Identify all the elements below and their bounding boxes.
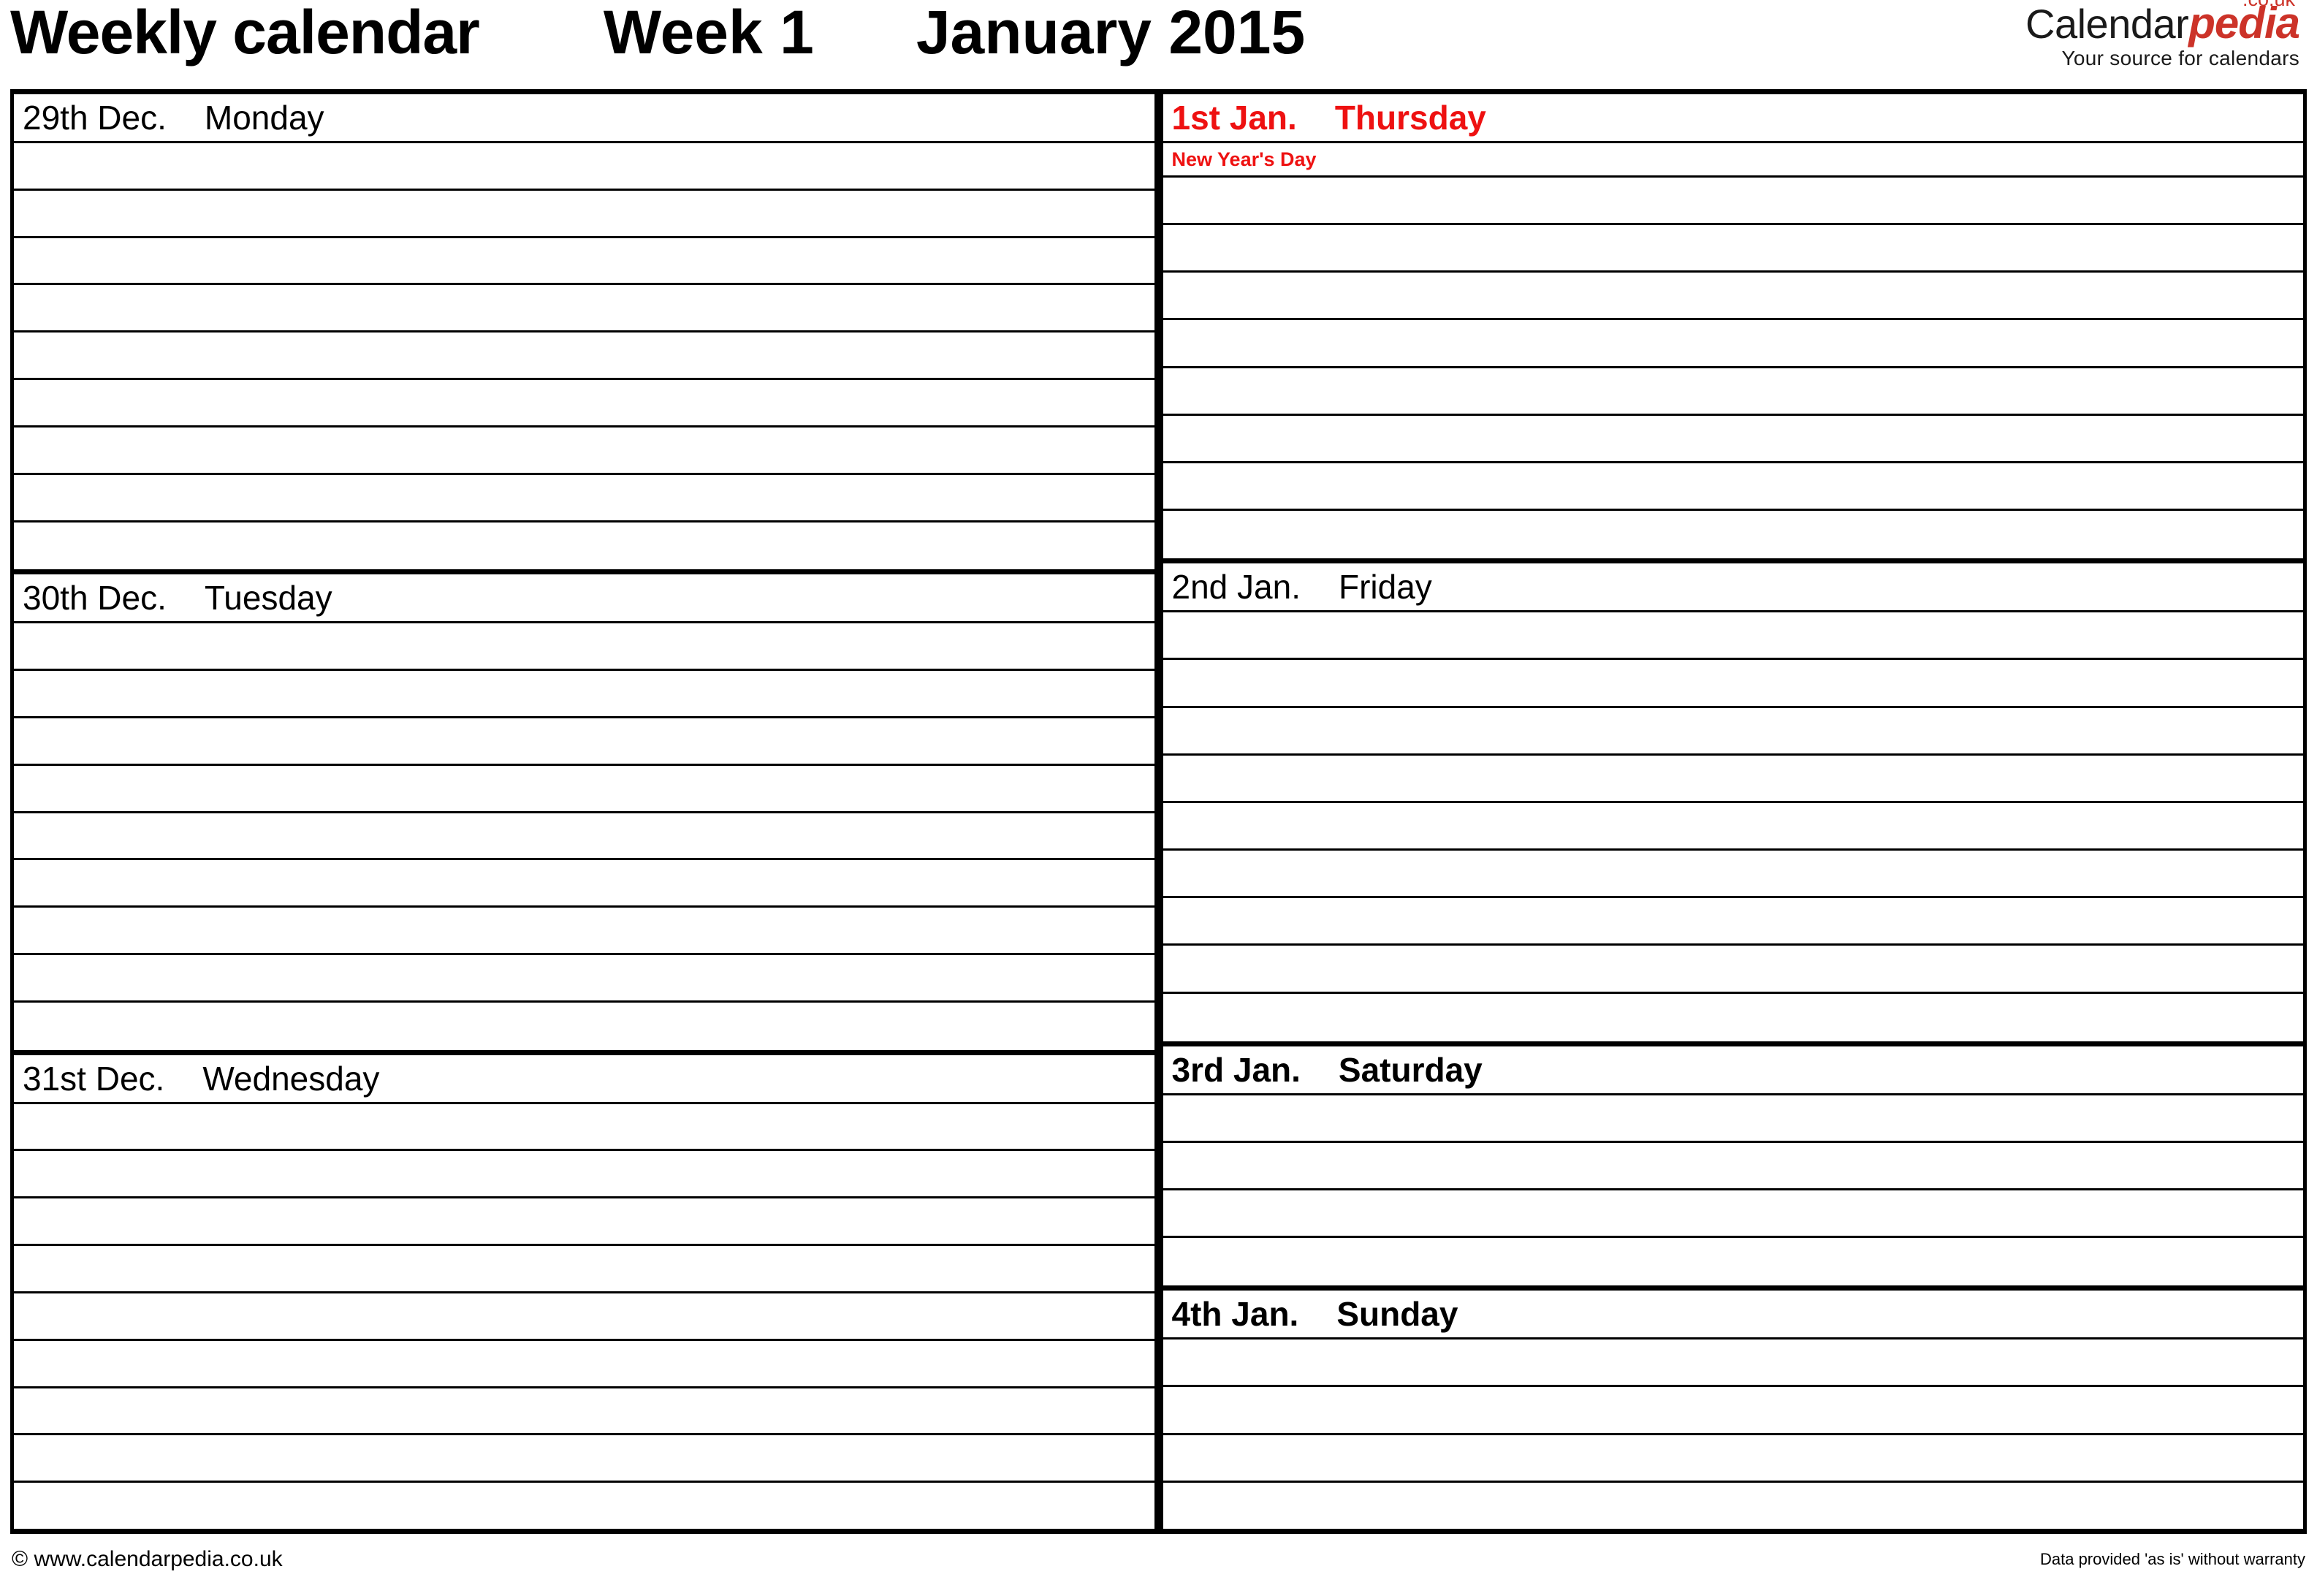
holiday-note: New Year's Day xyxy=(1163,143,2303,178)
footer-disclaimer: Data provided 'as is' without warranty xyxy=(2039,1550,2305,1568)
day-block: 31st Dec. Wednesday xyxy=(14,1049,1154,1530)
blank-entry-row[interactable] xyxy=(1163,368,2303,416)
week-label: Week 1 xyxy=(603,0,814,66)
logo-brand-main: Calendar xyxy=(2025,1,2189,47)
blank-entry-row[interactable] xyxy=(14,1293,1154,1341)
blank-entry-row[interactable] xyxy=(14,1483,1154,1530)
day-header-thursday: 1st Jan. Thursday xyxy=(1163,94,2303,143)
blank-entry-row[interactable] xyxy=(14,1151,1154,1199)
blank-entry-row[interactable] xyxy=(1163,1340,2303,1388)
blank-entry-row[interactable] xyxy=(14,813,1154,861)
blank-entry-row[interactable] xyxy=(14,332,1154,381)
blank-entry-row[interactable] xyxy=(14,380,1154,428)
day-name: Thursday xyxy=(1334,99,1486,137)
blank-entry-row[interactable] xyxy=(14,1198,1154,1247)
blank-entry-row[interactable] xyxy=(14,1003,1154,1050)
blank-entry-row[interactable] xyxy=(14,143,1154,191)
day-date: 31st Dec. xyxy=(23,1059,165,1098)
blank-entry-row[interactable] xyxy=(1163,178,2303,226)
blank-entry-row[interactable] xyxy=(14,191,1154,238)
title-block: Weekly calendar Week 1 January 2015 xyxy=(10,0,1305,63)
blank-entry-row[interactable] xyxy=(14,766,1154,813)
page-footer: © www.calendarpedia.co.uk Data provided … xyxy=(10,1534,2307,1582)
month-year-label: January 2015 xyxy=(916,0,1306,66)
blank-entry-row[interactable] xyxy=(1163,1483,2304,1530)
blank-entry-row[interactable] xyxy=(1163,851,2303,899)
blank-entry-row[interactable] xyxy=(1163,708,2303,756)
day-header-monday: 29th Dec. Monday xyxy=(14,94,1154,143)
day-name: Sunday xyxy=(1336,1295,1458,1334)
day-date: 4th Jan. xyxy=(1171,1295,1299,1334)
logo-wordmark: Calendarpedia .co.uk xyxy=(2025,0,2300,47)
day-date: 29th Dec. xyxy=(23,99,167,137)
day-block: 2nd Jan. Friday xyxy=(1163,558,2304,1041)
blank-entry-row[interactable] xyxy=(1163,946,2303,994)
blank-entry-row[interactable] xyxy=(1163,1190,2303,1239)
day-header-wednesday: 31st Dec. Wednesday xyxy=(14,1055,1154,1104)
day-date: 2nd Jan. xyxy=(1171,568,1301,607)
logo-tld: .co.uk xyxy=(2242,0,2295,10)
day-name: Monday xyxy=(204,99,324,137)
blank-entry-row[interactable] xyxy=(1163,1095,2303,1143)
blank-entry-row[interactable] xyxy=(1163,225,2303,273)
blank-entry-row[interactable] xyxy=(1163,660,2303,708)
blank-entry-row[interactable] xyxy=(1163,803,2303,851)
blank-entry-row[interactable] xyxy=(14,522,1154,570)
day-date: 30th Dec. xyxy=(23,579,167,618)
blank-entry-row[interactable] xyxy=(1163,898,2303,946)
footer-copyright: © www.calendarpedia.co.uk xyxy=(12,1547,283,1571)
blank-entry-row[interactable] xyxy=(14,623,1154,672)
blank-entry-row[interactable] xyxy=(14,238,1154,286)
page-title: Weekly calendar xyxy=(10,0,480,66)
blank-entry-row[interactable] xyxy=(1163,463,2303,512)
calendar-page: Weekly calendar Week 1 January 2015 Cale… xyxy=(0,0,2317,1596)
blank-entry-row[interactable] xyxy=(1163,416,2303,463)
blank-entry-row[interactable] xyxy=(14,1246,1154,1293)
blank-entry-row[interactable] xyxy=(14,1388,1154,1436)
blank-entry-row[interactable] xyxy=(14,1341,1154,1388)
day-date: 3rd Jan. xyxy=(1171,1050,1301,1089)
day-header-sunday: 4th Jan. Sunday xyxy=(1163,1291,2303,1340)
day-block: 30th Dec. Tuesday xyxy=(14,569,1154,1049)
day-block: 4th Jan. Sunday xyxy=(1163,1285,2304,1530)
day-block: 1st Jan. Thursday New Year's Day xyxy=(1163,94,2304,558)
day-name: Wednesday xyxy=(202,1059,380,1098)
day-header-friday: 2nd Jan. Friday xyxy=(1163,563,2303,613)
day-date: 1st Jan. xyxy=(1171,99,1297,137)
calendar-grid: 29th Dec. Monday 30th Dec. Tuesday 31st Dec.… xyxy=(10,89,2307,1534)
day-header-saturday: 3rd Jan. Saturday xyxy=(1163,1046,2303,1095)
blank-entry-row[interactable] xyxy=(14,955,1154,1003)
day-name: Tuesday xyxy=(204,579,332,618)
day-block: 29th Dec. Monday xyxy=(14,94,1154,569)
blank-entry-row[interactable] xyxy=(14,285,1154,333)
day-block: 3rd Jan. Saturday xyxy=(1163,1041,2304,1286)
blank-entry-row[interactable] xyxy=(14,475,1154,522)
blank-entry-row[interactable] xyxy=(1163,1387,2303,1435)
page-header: Weekly calendar Week 1 January 2015 Cale… xyxy=(10,0,2307,89)
blank-entry-row[interactable] xyxy=(14,718,1154,766)
blank-entry-row[interactable] xyxy=(1163,612,2303,661)
blank-entry-row[interactable] xyxy=(1163,1435,2303,1483)
blank-entry-row[interactable] xyxy=(14,671,1154,718)
blank-entry-row[interactable] xyxy=(14,908,1154,955)
calendarpedia-logo[interactable]: Calendarpedia .co.uk Your source for cal… xyxy=(2025,0,2300,69)
calendar-column-left: 29th Dec. Monday 30th Dec. Tuesday 31st Dec.… xyxy=(14,94,1159,1529)
logo-tagline: Your source for calendars xyxy=(2061,47,2299,69)
day-name: Friday xyxy=(1338,568,1432,607)
blank-entry-row[interactable] xyxy=(1163,320,2303,368)
blank-entry-row[interactable] xyxy=(14,860,1154,908)
blank-entry-row[interactable] xyxy=(1163,1143,2303,1190)
blank-entry-row[interactable] xyxy=(1163,273,2303,321)
blank-entry-row[interactable] xyxy=(14,1435,1154,1483)
blank-entry-row[interactable] xyxy=(1163,994,2304,1041)
blank-entry-row[interactable] xyxy=(14,428,1154,475)
calendar-column-right: 1st Jan. Thursday New Year's Day 2nd Jan. Fr… xyxy=(1158,94,2304,1530)
blank-entry-row[interactable] xyxy=(1163,756,2303,803)
day-name: Saturday xyxy=(1338,1050,1483,1089)
blank-entry-row[interactable] xyxy=(1163,511,2304,558)
day-header-tuesday: 30th Dec. Tuesday xyxy=(14,574,1154,624)
blank-entry-row[interactable] xyxy=(1163,1238,2304,1285)
blank-entry-row[interactable] xyxy=(14,1104,1154,1152)
